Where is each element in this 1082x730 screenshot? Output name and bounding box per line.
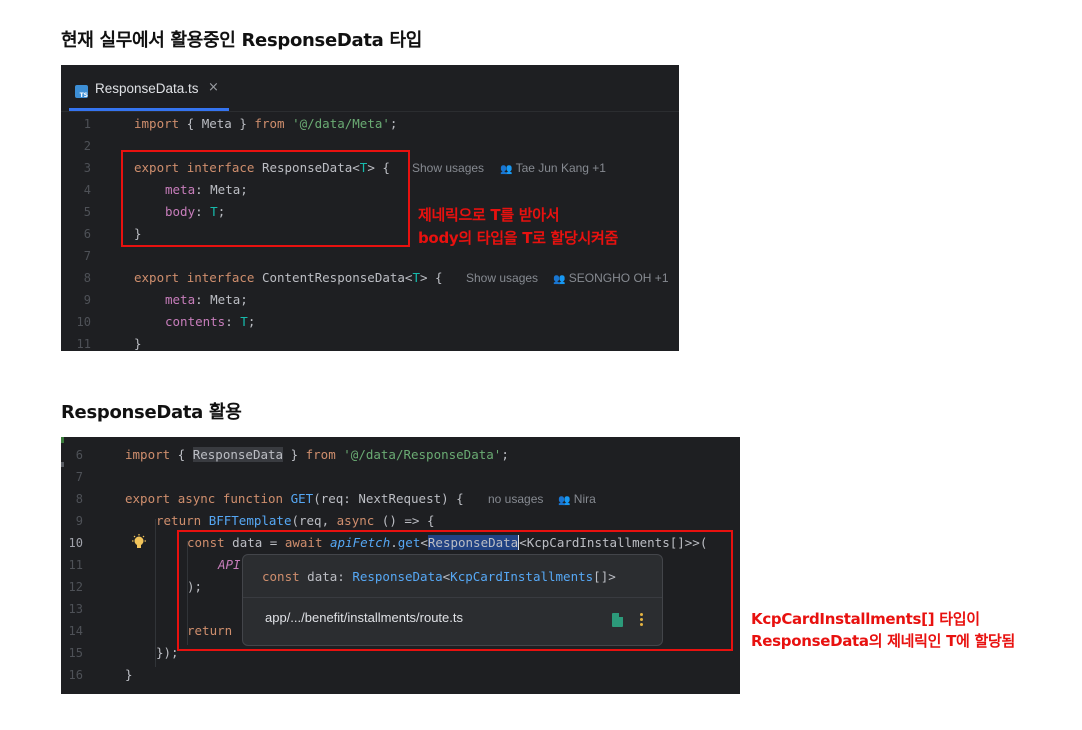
string-literal: '@/data/Meta' — [292, 116, 390, 131]
line-number: 7 — [75, 470, 83, 484]
line-number-current: 10 — [68, 536, 83, 550]
code-line-9[interactable]: return BFFTemplate(req, async () => { — [156, 510, 435, 532]
import-name-highlight: ResponseData — [192, 447, 284, 462]
section2-heading: ResponseData 활용 — [61, 402, 242, 423]
show-usages-link[interactable]: Show usages — [466, 267, 538, 289]
line-number: 13 — [68, 602, 83, 616]
code-line-1[interactable]: import { Meta } from '@/data/Meta'; — [134, 113, 397, 135]
line-number: 11 — [68, 558, 83, 572]
line-number: 1 — [83, 117, 91, 131]
property: contents — [165, 314, 226, 329]
keyword: from — [305, 447, 336, 462]
keyword: import — [134, 116, 180, 131]
scroll-edge-marker — [61, 437, 64, 443]
function-name: BFFTemplate — [208, 513, 292, 528]
type-param: T — [240, 314, 248, 329]
keyword: interface — [186, 270, 255, 285]
code-text: > { — [420, 270, 443, 285]
code-text: ; — [247, 314, 256, 329]
string-literal: '@/data/ResponseData' — [343, 447, 502, 462]
code-text: { — [170, 447, 193, 462]
code-line-11[interactable]: } — [134, 333, 142, 351]
code-text: { Meta } — [179, 116, 255, 131]
people-icon: 👥 — [558, 495, 571, 506]
highlight-box — [177, 530, 733, 651]
line-number: 2 — [83, 139, 91, 153]
code-text: () => { — [374, 513, 435, 528]
line-number: 16 — [68, 668, 83, 682]
tab-active-indicator — [69, 108, 229, 111]
line-number: 10 — [76, 315, 91, 329]
code-line-8[interactable]: export async function GET(req: NextReque… — [125, 488, 464, 510]
author-name: SEONGHO OH +1 — [568, 271, 669, 285]
keyword: return — [156, 513, 202, 528]
people-icon: 👥 — [553, 274, 566, 285]
line-number: 6 — [83, 227, 91, 241]
code-line-16[interactable]: } — [125, 664, 133, 686]
line-number: 11 — [76, 337, 91, 351]
function-name: GET — [290, 491, 314, 506]
annotation-line: KcpCardInstallments[] 타입이 — [751, 610, 980, 628]
author-name: Nira — [573, 492, 596, 506]
code-line-6[interactable]: import { ResponseData } from '@/data/Res… — [125, 444, 509, 466]
code-text: ContentResponseData< — [254, 270, 413, 285]
keyword: async — [177, 491, 216, 506]
keyword: import — [125, 447, 171, 462]
line-number: 15 — [68, 646, 83, 660]
keyword: function — [222, 491, 284, 506]
line-number: 12 — [68, 580, 83, 594]
line-number: 9 — [83, 293, 91, 307]
line-number: 8 — [83, 271, 91, 285]
show-usages-link[interactable]: Show usages — [412, 157, 484, 179]
close-icon[interactable]: × — [208, 80, 219, 95]
editor-panel-1: TS ResponseData.ts × 1 2 3 4 5 6 7 8 9 1… — [61, 65, 679, 351]
author-hint[interactable]: 👥 SEONGHO OH +1 — [553, 267, 669, 289]
code-line-15[interactable]: }); — [156, 642, 179, 664]
line-number: 5 — [83, 205, 91, 219]
highlight-box — [121, 150, 410, 247]
section1-heading: 현재 실무에서 활용중인 ResponseData 타입 — [61, 30, 422, 51]
code-text: ; — [389, 116, 398, 131]
keyword: export — [125, 491, 171, 506]
line-number: 3 — [83, 161, 91, 175]
people-icon: 👥 — [500, 164, 513, 175]
type-param: T — [412, 270, 420, 285]
line-number: 14 — [68, 624, 83, 638]
annotation-line: 제네릭으로 T를 받아서 — [418, 206, 560, 224]
tab-responsedata[interactable]: TS ResponseData.ts × — [69, 79, 229, 111]
keyword: async — [336, 513, 375, 528]
code-text: ; — [501, 447, 509, 462]
code-line-10[interactable]: contents: T; — [165, 311, 255, 333]
ts-icon-label: TS — [79, 92, 88, 99]
editor-panel-2: 6 7 8 9 10 11 12 13 14 15 16 import { Re… — [61, 437, 740, 694]
tab-filename: ResponseData.ts — [95, 81, 199, 96]
line-number: 6 — [75, 448, 83, 462]
code-text: } — [283, 447, 306, 462]
line-number: 9 — [75, 514, 83, 528]
code-text: : — [225, 314, 241, 329]
author-hint[interactable]: 👥 Tae Jun Kang +1 — [500, 157, 606, 179]
line-number: 4 — [83, 183, 91, 197]
typescript-file-icon: TS — [75, 85, 88, 99]
line-number: 8 — [75, 492, 83, 506]
code-line-9[interactable]: meta: Meta; — [165, 289, 248, 311]
annotation-line: body의 타입을 T로 할당시켜줌 — [418, 229, 619, 247]
keyword: from — [254, 116, 285, 131]
lightbulb-icon[interactable] — [131, 534, 147, 552]
code-text: (req, — [291, 513, 337, 528]
code-line-8[interactable]: export interface ContentResponseData<T> … — [134, 267, 443, 289]
code-text: : Meta; — [195, 292, 248, 307]
property: meta — [165, 292, 196, 307]
annotation-line: ResponseData의 제네릭인 T에 할당됨 — [751, 632, 1015, 650]
usages-hint[interactable]: no usages — [488, 488, 543, 510]
author-hint[interactable]: 👥 Nira — [558, 488, 596, 510]
keyword: export — [134, 270, 180, 285]
author-name: Tae Jun Kang +1 — [515, 161, 606, 175]
code-text: (req: NextRequest) { — [313, 491, 464, 506]
line-number: 7 — [83, 249, 91, 263]
